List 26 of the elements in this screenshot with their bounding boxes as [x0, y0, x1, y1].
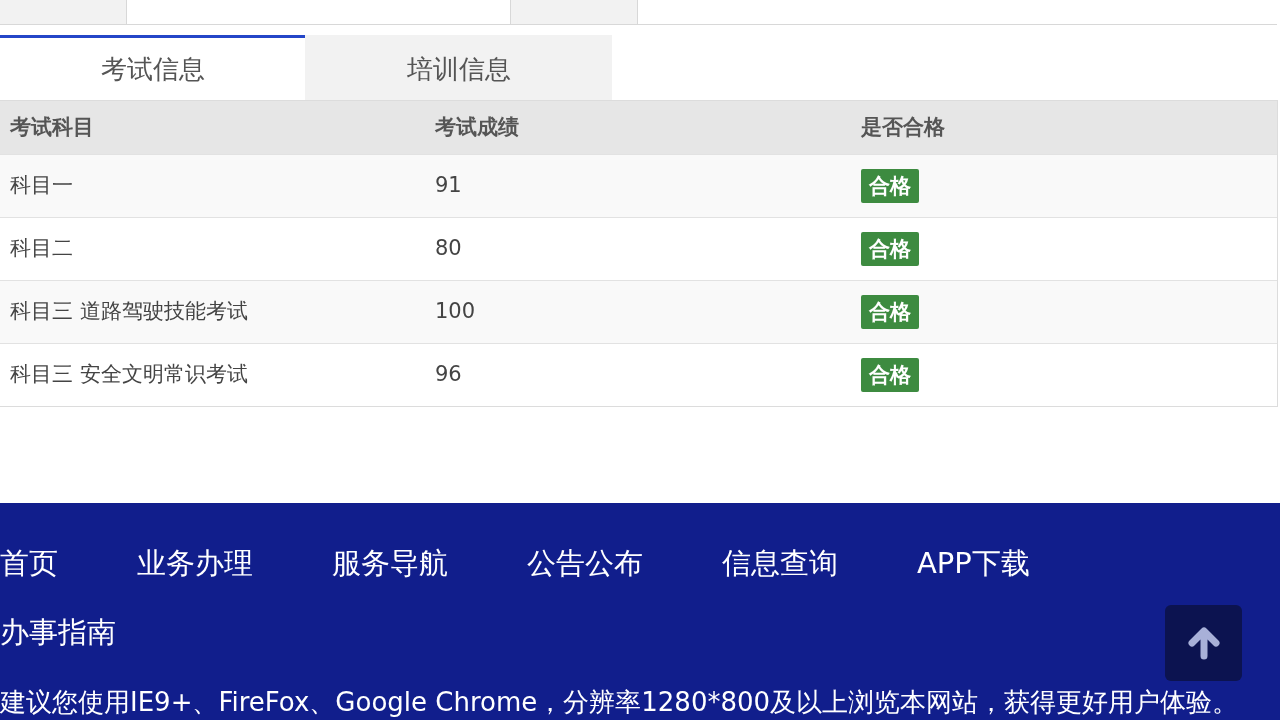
table-cell-text: 科目三 道路驾驶技能考试: [9, 298, 249, 326]
table-cell-text: 91: [434, 172, 463, 200]
table-cell-text: 80: [434, 235, 463, 263]
back-to-top-button[interactable]: [1165, 605, 1242, 681]
footer-link[interactable]: 首页: [0, 543, 58, 612]
column-header: 考试成绩: [434, 113, 520, 141]
table-cell-text: 100: [434, 298, 477, 326]
browser-recommendation-text: 建议您使用IE9+、FireFox、Google Chrome，分辨率1280*800及以上浏览本网站，获得更好用户体验。: [0, 686, 1239, 718]
tab[interactable]: 培训信息: [305, 35, 612, 100]
arrow-up-icon: [1186, 626, 1221, 660]
column-header: 是否合格: [860, 113, 946, 141]
pass-badge: 合格: [861, 232, 919, 266]
footer-link[interactable]: 信息查询: [722, 543, 838, 612]
table-cell-text: 科目二: [9, 235, 74, 263]
pass-badge: 合格: [861, 169, 919, 203]
pass-badge: 合格: [861, 295, 919, 329]
column-header: 考试科目: [9, 113, 95, 141]
footer-link[interactable]: APP下载: [917, 543, 1030, 612]
footer-link[interactable]: 公告公布: [527, 543, 643, 612]
table-cell-text: 96: [434, 361, 463, 389]
footer-link[interactable]: 服务导航: [332, 543, 448, 612]
footer-link[interactable]: 业务办理: [137, 543, 253, 612]
table-cell-text: 科目三 安全文明常识考试: [9, 361, 249, 389]
footer-link[interactable]: 办事指南: [0, 612, 116, 681]
table-cell-text: 科目一: [9, 172, 74, 200]
pass-badge: 合格: [861, 358, 919, 392]
